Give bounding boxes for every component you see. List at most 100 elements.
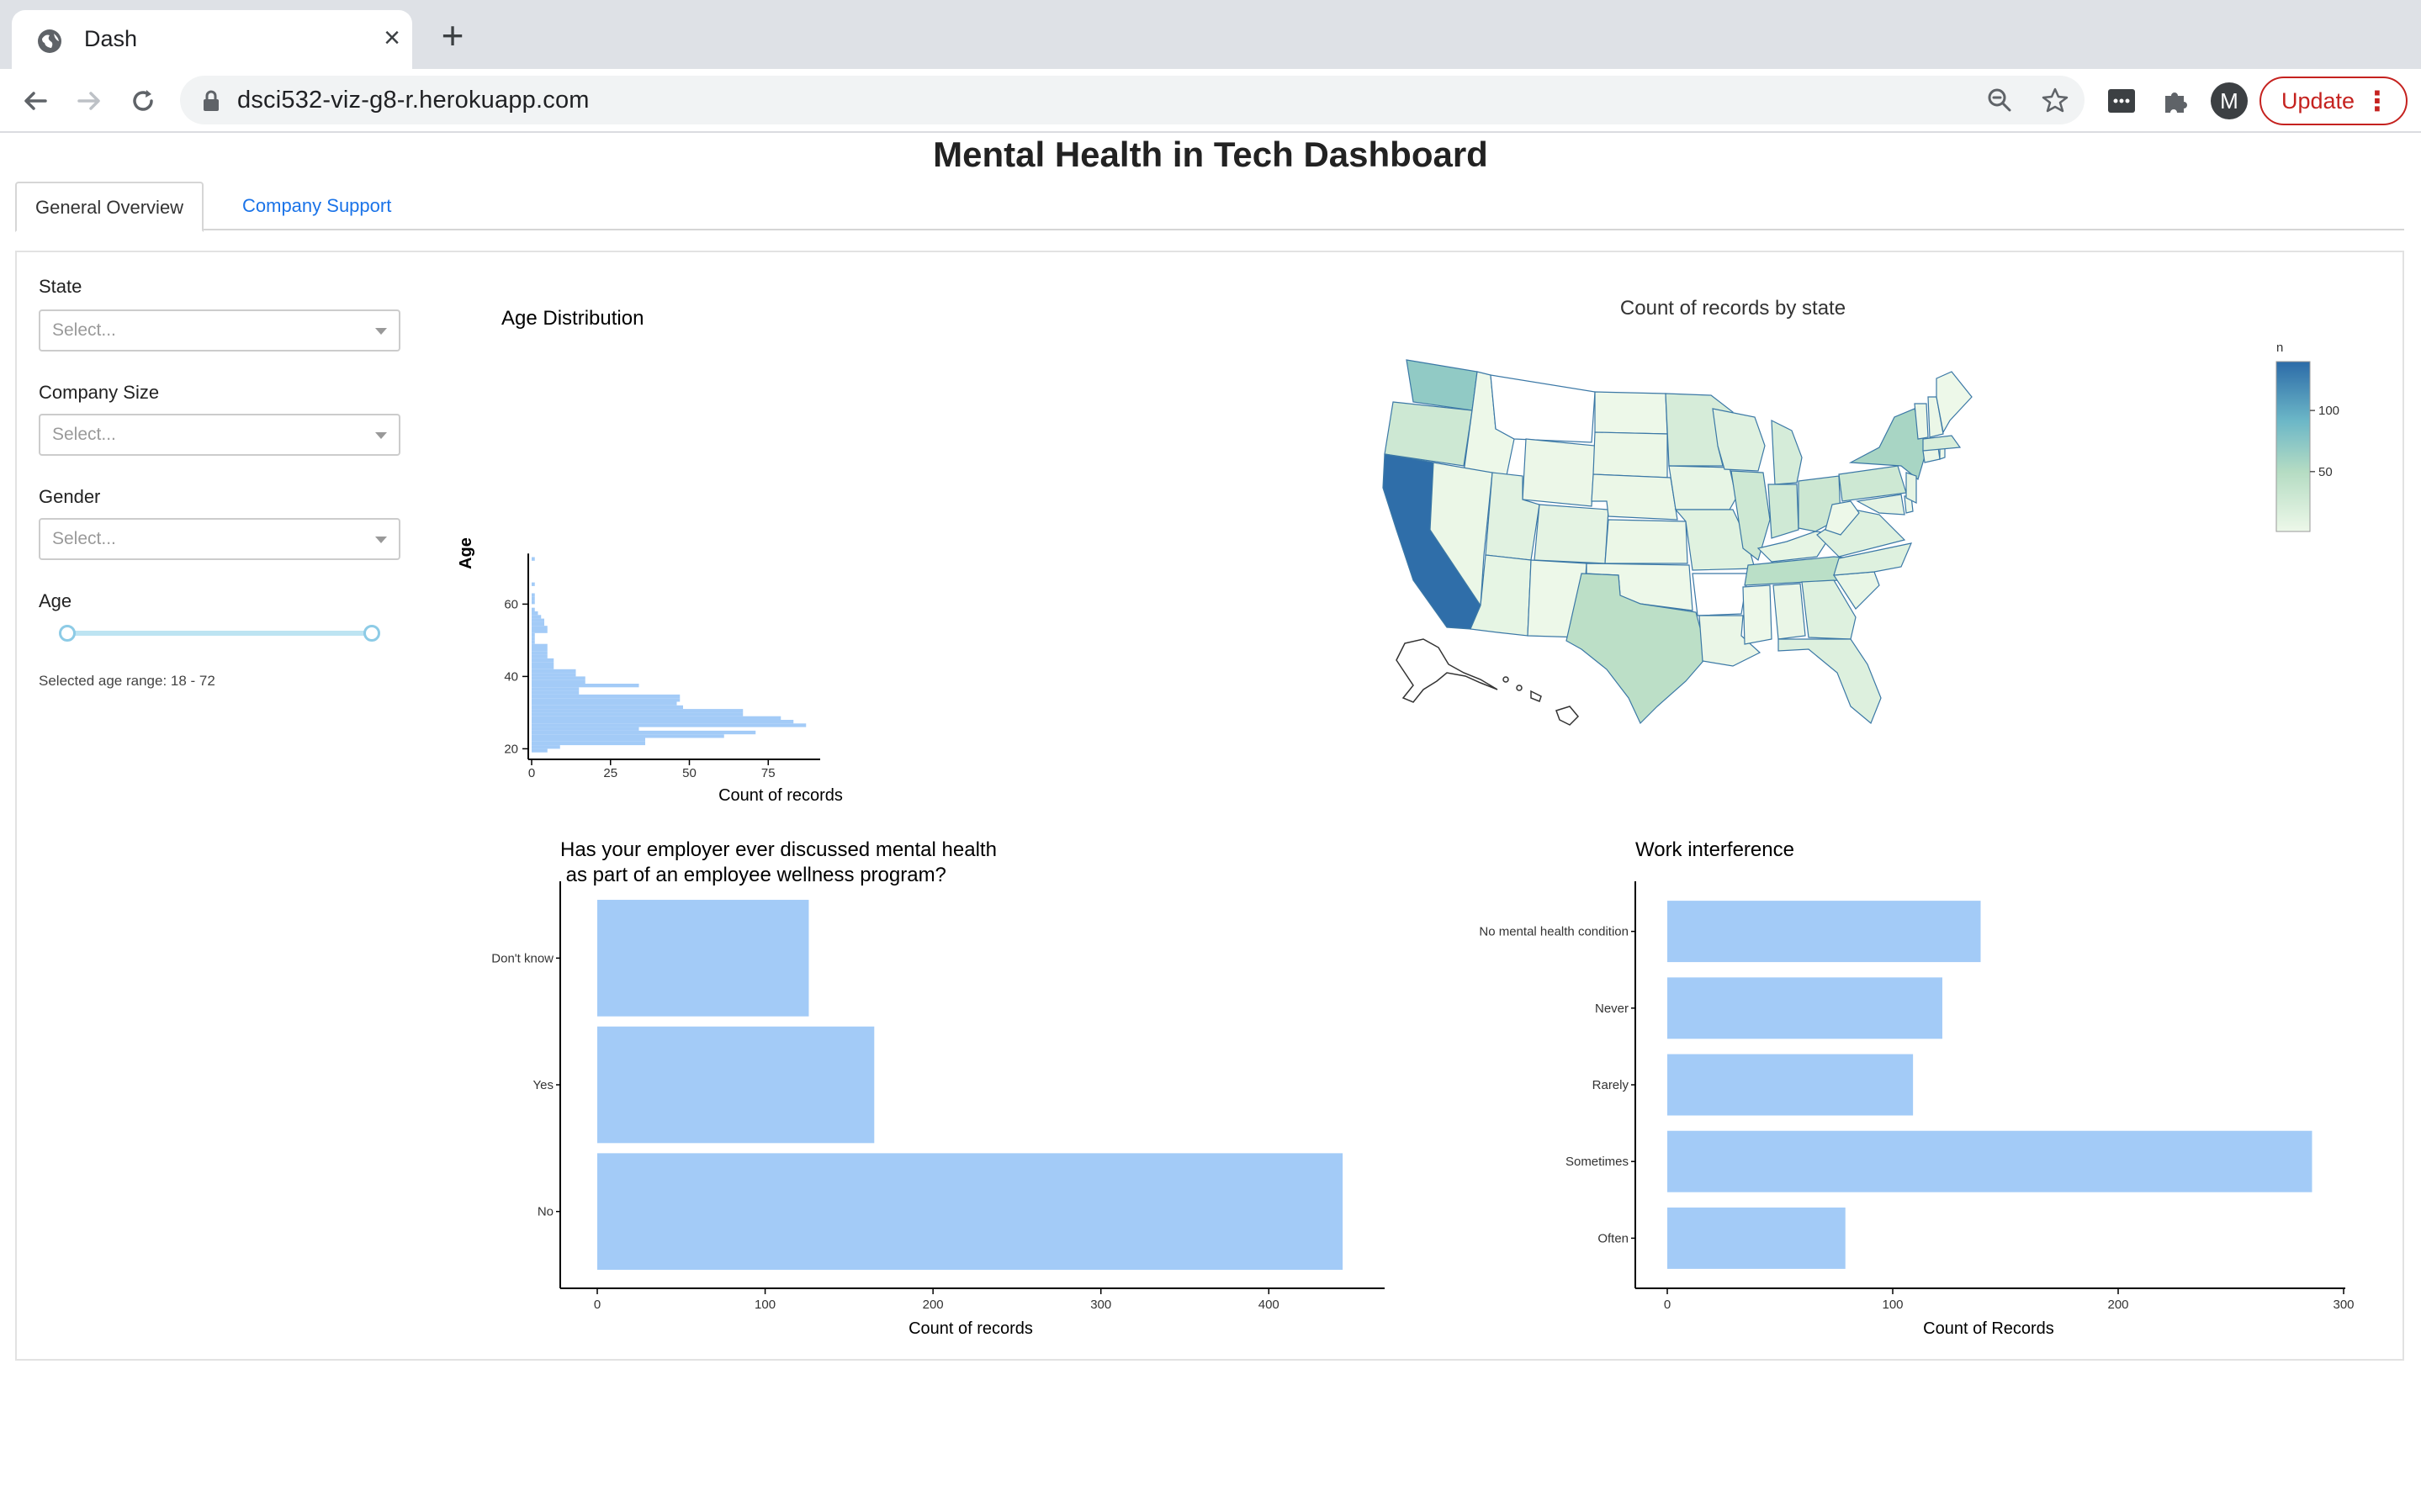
work-category-label: Sometimes (1565, 1155, 1629, 1169)
age-bar[interactable] (532, 734, 724, 738)
age-bar[interactable] (532, 709, 744, 713)
map-state-ks[interactable] (1604, 519, 1688, 564)
age-bar[interactable] (532, 607, 535, 611)
work-x-tick-label: 0 (1664, 1298, 1671, 1312)
age-bar[interactable] (532, 662, 554, 666)
age-bar[interactable] (532, 741, 645, 746)
more-menu-icon[interactable]: ⋮ (2364, 78, 2391, 124)
colorbar-tick-label: 50 (2318, 465, 2333, 479)
age-bar[interactable] (532, 632, 535, 637)
age-bar[interactable] (532, 654, 548, 658)
age-x-tick-label: 75 (761, 766, 776, 780)
age-bar[interactable] (532, 582, 535, 586)
age-bar[interactable] (532, 669, 576, 674)
map-state-ar[interactable] (1692, 573, 1749, 616)
age-bar[interactable] (532, 748, 548, 753)
map-state-ia[interactable] (1668, 465, 1737, 510)
map-chart-title: Count of records by state (1620, 297, 1846, 320)
age-bar[interactable] (532, 611, 538, 616)
map-state-wy[interactable] (1522, 438, 1596, 507)
reload-icon[interactable] (124, 82, 162, 119)
map-state-wa[interactable] (1406, 359, 1478, 411)
map-state-nd[interactable] (1594, 391, 1668, 435)
age-bar[interactable] (532, 557, 535, 561)
forward-arrow-icon[interactable] (71, 82, 108, 119)
age-bar[interactable] (532, 665, 554, 669)
age-bar[interactable] (532, 651, 548, 655)
age-bar[interactable] (532, 712, 744, 716)
browser-tab[interactable]: Dash × (12, 10, 412, 69)
wellness-x-tick-label: 200 (923, 1298, 944, 1312)
map-state-mt[interactable] (1490, 374, 1596, 443)
map-state-me[interactable] (1936, 371, 1973, 434)
url-text[interactable]: dsci532-viz-g8-r.herokuapp.com (237, 87, 590, 114)
age-bar[interactable] (532, 745, 560, 749)
lock-icon[interactable] (200, 89, 222, 113)
wellness-bar[interactable] (597, 1153, 1343, 1270)
age-bar[interactable] (532, 679, 585, 684)
age-bar[interactable] (532, 690, 580, 695)
age-x-tick-label: 0 (528, 766, 535, 780)
age-bar[interactable] (532, 596, 535, 601)
extensions-puzzle-icon[interactable] (2159, 84, 2192, 118)
wellness-bar[interactable] (597, 900, 809, 1017)
age-bar[interactable] (532, 687, 580, 691)
age-bar[interactable] (532, 698, 681, 702)
age-bar[interactable] (532, 648, 548, 652)
age-bar[interactable] (532, 716, 781, 720)
age-bar[interactable] (532, 684, 639, 688)
age-bar[interactable] (532, 629, 548, 633)
age-bar[interactable] (532, 737, 645, 742)
age-bar[interactable] (532, 600, 535, 605)
map-state-ma[interactable] (1922, 435, 1962, 452)
age-bar[interactable] (532, 676, 585, 680)
close-tab-icon[interactable]: × (379, 24, 405, 52)
new-tab-icon[interactable]: + (436, 16, 469, 55)
age-bar[interactable] (532, 621, 544, 626)
map-state-nj[interactable] (1905, 472, 1917, 504)
age-y-tick-label: 20 (504, 742, 518, 756)
map-state-fl[interactable] (1777, 638, 1882, 724)
work-chart-title: Work interference (1635, 838, 1794, 861)
work-bar[interactable] (1667, 1130, 2312, 1192)
work-bar[interactable] (1667, 1054, 1914, 1116)
age-bar[interactable] (532, 705, 683, 710)
age-bar[interactable] (532, 640, 535, 644)
age-bar[interactable] (532, 730, 756, 735)
wellness-bar[interactable] (597, 1026, 875, 1144)
map-state-in[interactable] (1767, 484, 1799, 539)
age-bar[interactable] (532, 727, 639, 731)
globe-icon (38, 29, 61, 53)
zoom-out-icon[interactable] (1985, 86, 2014, 114)
age-bar[interactable] (532, 593, 535, 597)
age-bar[interactable] (532, 618, 544, 622)
work-bar[interactable] (1667, 1207, 1846, 1269)
map-state-al[interactable] (1772, 583, 1806, 640)
address-bar[interactable]: dsci532-viz-g8-r.herokuapp.com (180, 76, 2085, 124)
back-arrow-icon[interactable] (17, 82, 54, 119)
age-bar[interactable] (532, 637, 535, 641)
profile-avatar[interactable]: M (2211, 82, 2248, 119)
map-state-ms[interactable] (1742, 584, 1772, 645)
update-button[interactable]: Update ⋮ (2259, 77, 2408, 125)
age-bar[interactable] (532, 720, 794, 724)
age-bar[interactable] (532, 626, 548, 630)
work-bar[interactable] (1667, 901, 1981, 963)
browser-toolbar: dsci532-viz-g8-r.herokuapp.com M Update … (0, 69, 2421, 133)
age-bar[interactable] (532, 701, 677, 706)
age-bar[interactable] (532, 615, 542, 619)
map-state-co[interactable] (1534, 504, 1609, 564)
password-extension-icon[interactable] (2105, 84, 2138, 118)
tab-company-support[interactable]: Company Support (224, 182, 410, 230)
work-category-label: Never (1595, 1002, 1629, 1016)
map-state-mi[interactable] (1771, 420, 1803, 485)
map-state-sd[interactable] (1592, 431, 1668, 478)
work-bar[interactable] (1667, 977, 1942, 1039)
bookmark-star-icon[interactable] (2041, 86, 2069, 114)
age-bar[interactable] (532, 643, 548, 648)
age-bar[interactable] (532, 658, 554, 663)
age-bar[interactable] (532, 694, 681, 699)
age-bar[interactable] (532, 673, 576, 677)
age-bar[interactable] (532, 723, 807, 727)
tab-general-overview[interactable]: General Overview (15, 182, 204, 232)
